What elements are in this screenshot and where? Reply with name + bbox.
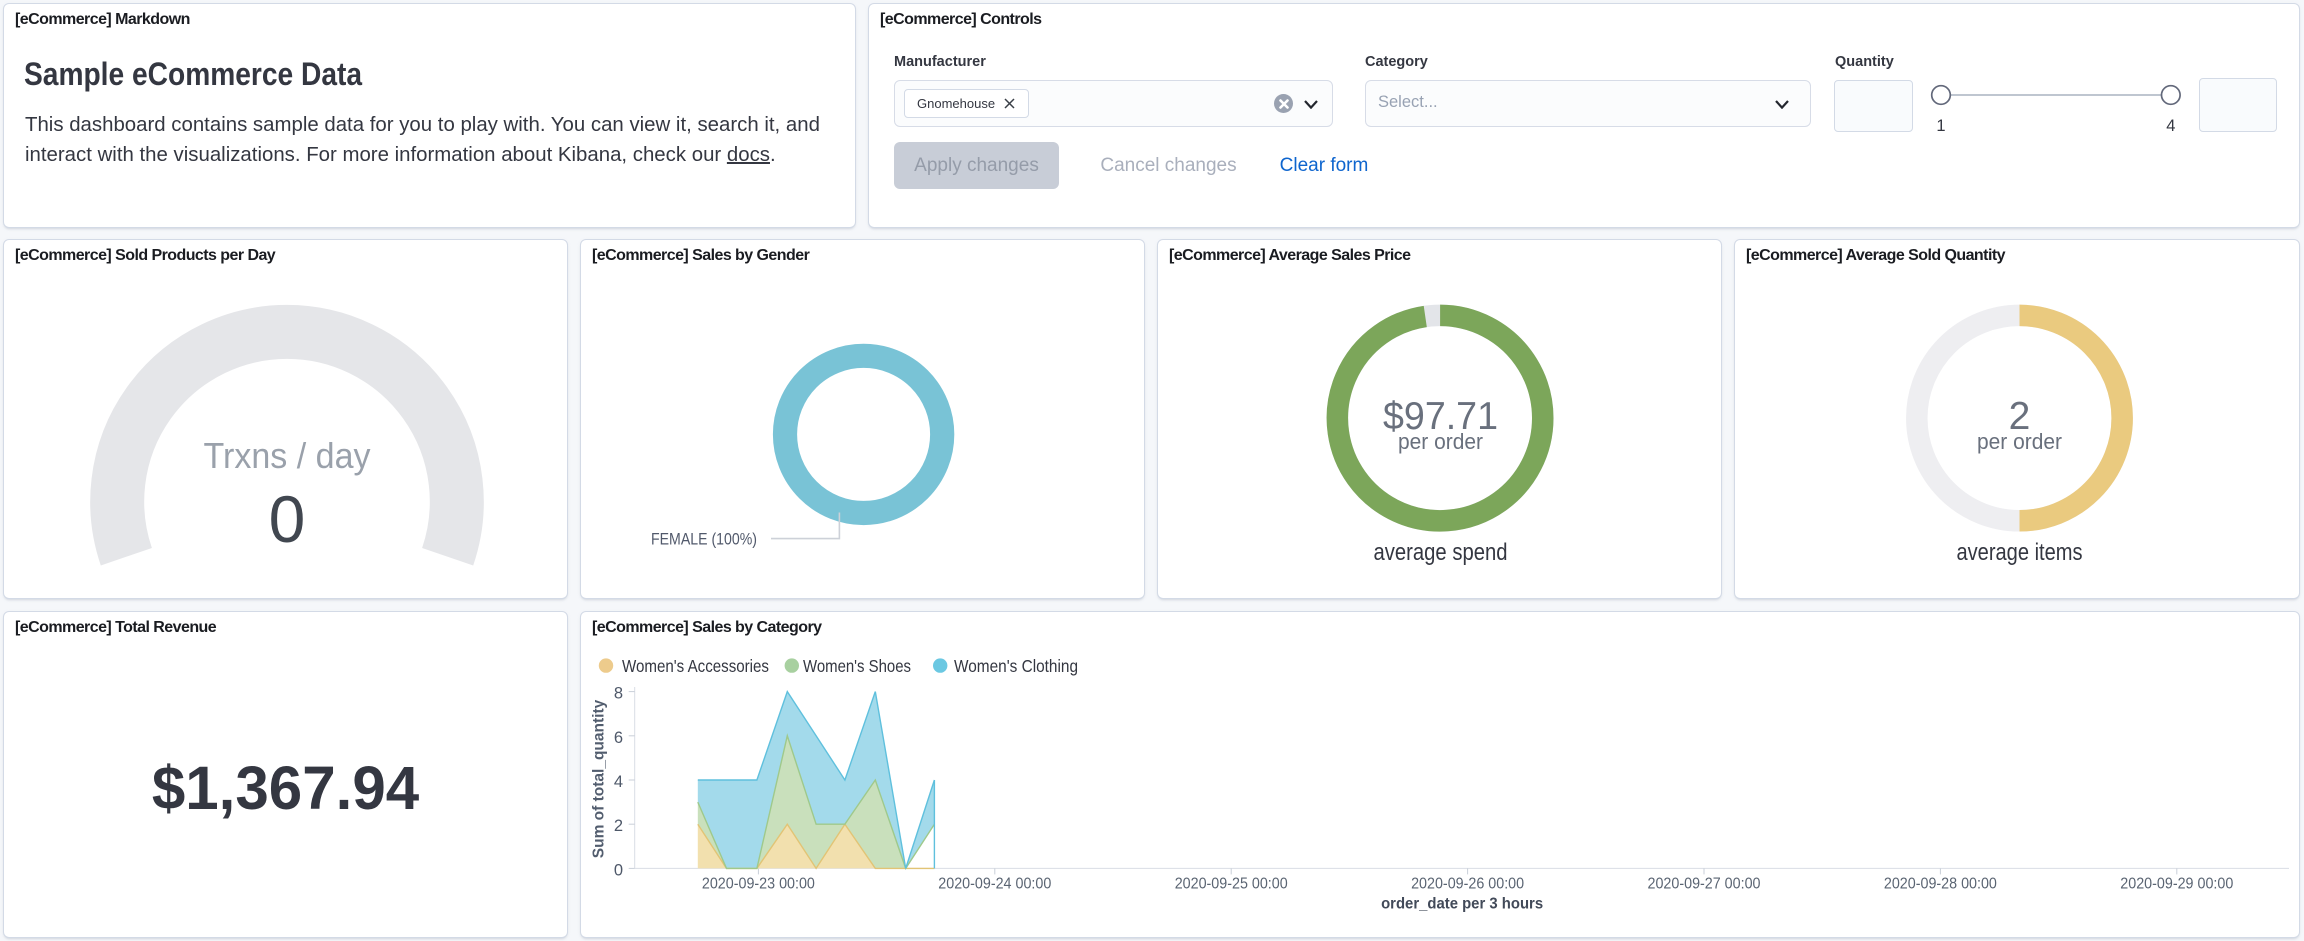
svg-text:4: 4: [614, 773, 623, 791]
svg-text:2020-09-27 00:00: 2020-09-27 00:00: [1648, 876, 1761, 893]
svg-text:2020-09-24 00:00: 2020-09-24 00:00: [938, 876, 1051, 893]
svg-text:average spend: average spend: [1374, 539, 1508, 566]
svg-text:FEMALE (100%): FEMALE (100%): [651, 530, 757, 549]
svg-text:2020-09-26 00:00: 2020-09-26 00:00: [1411, 876, 1524, 893]
svg-text:2020-09-25 00:00: 2020-09-25 00:00: [1175, 876, 1288, 893]
svg-text:8: 8: [614, 685, 623, 703]
svg-text:per order: per order: [1398, 429, 1483, 454]
svg-text:6: 6: [614, 729, 623, 747]
svg-text:order_date per 3 hours: order_date per 3 hours: [1381, 896, 1543, 913]
svg-text:0: 0: [614, 861, 623, 879]
svg-text:per order: per order: [1977, 429, 2062, 454]
svg-text:2020-09-29 00:00: 2020-09-29 00:00: [2120, 876, 2233, 893]
svg-text:4: 4: [2166, 117, 2175, 135]
svg-text:Women's Clothing: Women's Clothing: [954, 656, 1078, 676]
svg-text:Women's Shoes: Women's Shoes: [803, 656, 911, 676]
svg-text:Trxns / day: Trxns / day: [204, 435, 371, 476]
svg-text:2020-09-28 00:00: 2020-09-28 00:00: [1884, 876, 1997, 893]
svg-text:1: 1: [1936, 117, 1945, 135]
svg-text:average items: average items: [1957, 539, 2083, 566]
svg-text:2020-09-23 00:00: 2020-09-23 00:00: [702, 876, 815, 893]
svg-text:Sum of total_quantity: Sum of total_quantity: [591, 699, 608, 858]
svg-text:Women's Accessories: Women's Accessories: [622, 656, 769, 676]
svg-text:0: 0: [269, 482, 306, 556]
svg-text:2: 2: [614, 817, 623, 835]
